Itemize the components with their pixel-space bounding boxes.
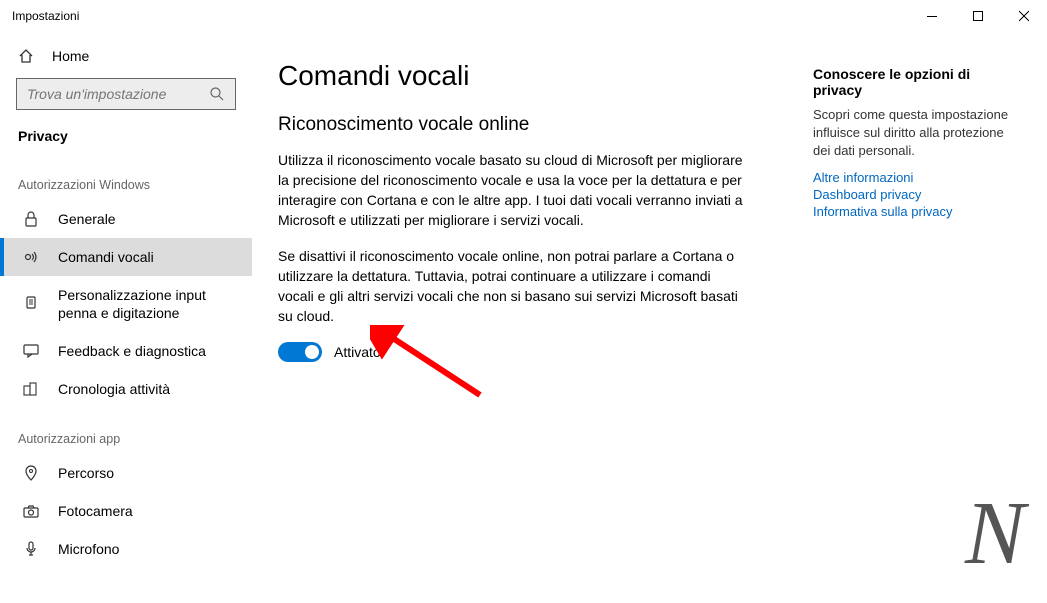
- speech-icon: [22, 249, 40, 265]
- sideinfo-heading: Conoscere le opzioni di privacy: [813, 66, 1023, 98]
- search-box[interactable]: [16, 78, 236, 110]
- link-informativa-privacy[interactable]: Informativa sulla privacy: [813, 204, 1023, 219]
- section-subtitle: Riconoscimento vocale online: [278, 114, 773, 136]
- main-content: Comandi vocali Riconoscimento vocale onl…: [278, 60, 773, 603]
- sidebar-item-personalizzazione[interactable]: Personalizzazione input penna e digitazi…: [0, 276, 252, 332]
- sidebar-item-percorso[interactable]: Percorso: [0, 454, 252, 492]
- toggle-row: Attivato: [278, 342, 773, 362]
- close-button[interactable]: [1001, 0, 1047, 32]
- feedback-icon: [22, 344, 40, 358]
- titlebar: Impostazioni: [0, 0, 1047, 32]
- window-controls: [909, 0, 1047, 32]
- description-paragraph-2: Se disattivi il riconoscimento vocale on…: [278, 246, 748, 326]
- speech-recognition-toggle[interactable]: [278, 342, 322, 362]
- sidebar-item-cronologia[interactable]: Cronologia attività: [0, 370, 252, 408]
- history-icon: [22, 382, 40, 396]
- sidebar-item-label: Personalizzazione input penna e digitazi…: [58, 286, 238, 322]
- sidebar: Home Privacy Autorizzazioni Windows Gene…: [0, 32, 252, 603]
- category-label: Privacy: [0, 122, 252, 154]
- section-windows-permissions: Autorizzazioni Windows: [0, 154, 252, 200]
- microphone-icon: [22, 541, 40, 557]
- lock-icon: [22, 211, 40, 227]
- sidebar-item-label: Comandi vocali: [58, 248, 154, 266]
- sidebar-item-fotocamera[interactable]: Fotocamera: [0, 492, 252, 530]
- location-icon: [22, 465, 40, 481]
- link-altre-informazioni[interactable]: Altre informazioni: [813, 170, 1023, 185]
- sidebar-item-microfono[interactable]: Microfono: [0, 530, 252, 568]
- camera-icon: [22, 505, 40, 518]
- link-dashboard-privacy[interactable]: Dashboard privacy: [813, 187, 1023, 202]
- home-nav[interactable]: Home: [0, 40, 252, 78]
- home-label: Home: [52, 48, 89, 64]
- sidebar-item-feedback[interactable]: Feedback e diagnostica: [0, 332, 252, 370]
- home-icon: [18, 48, 34, 64]
- search-icon: [209, 86, 225, 102]
- sidebar-item-label: Generale: [58, 210, 116, 228]
- watermark-monogram: N: [965, 482, 1025, 585]
- sidebar-item-label: Feedback e diagnostica: [58, 342, 206, 360]
- page-title: Comandi vocali: [278, 60, 773, 92]
- sidebar-item-label: Fotocamera: [58, 502, 133, 520]
- toggle-label: Attivato: [334, 344, 381, 360]
- sidebar-item-label: Cronologia attività: [58, 380, 170, 398]
- sidebar-item-label: Microfono: [58, 540, 119, 558]
- description-paragraph-1: Utilizza il riconoscimento vocale basato…: [278, 150, 748, 230]
- section-app-permissions: Autorizzazioni app: [0, 408, 252, 454]
- sidebar-item-generale[interactable]: Generale: [0, 200, 252, 238]
- sideinfo-desc: Scopri come questa impostazione influisc…: [813, 106, 1023, 160]
- minimize-button[interactable]: [909, 0, 955, 32]
- inking-icon: [22, 296, 40, 312]
- sidebar-item-comandi-vocali[interactable]: Comandi vocali: [0, 238, 252, 276]
- search-input[interactable]: [27, 86, 209, 102]
- sidebar-item-label: Percorso: [58, 464, 114, 482]
- maximize-button[interactable]: [955, 0, 1001, 32]
- window-title: Impostazioni: [12, 9, 909, 23]
